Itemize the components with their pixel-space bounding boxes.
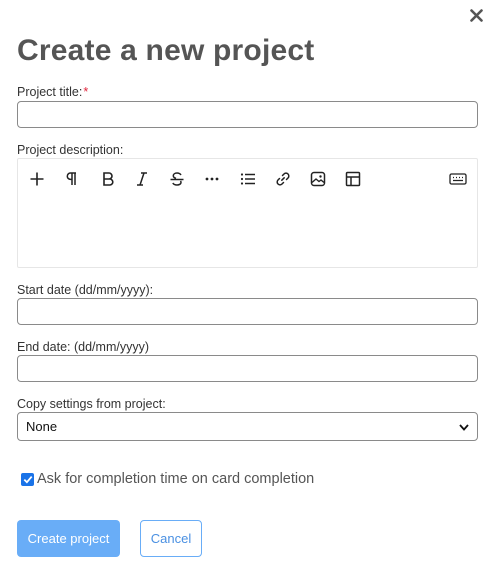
bold-icon[interactable]: [97, 168, 119, 190]
end-date-label: End date: (dd/mm/yyyy): [17, 340, 149, 354]
chevron-down-icon: [459, 418, 469, 436]
project-title-label: Project title:*: [17, 85, 88, 99]
create-project-dialog: Create a new project Project title:* Pro…: [0, 0, 496, 572]
table-icon[interactable]: [342, 168, 364, 190]
project-title-label-text: Project title:: [17, 85, 83, 99]
completion-time-checkbox-label[interactable]: Ask for completion time on card completi…: [37, 471, 314, 487]
copy-settings-label: Copy settings from project:: [17, 397, 166, 411]
end-date-input[interactable]: [17, 355, 478, 382]
bulleted-list-icon[interactable]: [237, 168, 259, 190]
copy-settings-select[interactable]: None: [17, 412, 478, 441]
project-description-editor[interactable]: [17, 158, 478, 268]
create-project-button[interactable]: Create project: [17, 520, 120, 557]
copy-settings-selected-value: None: [26, 419, 58, 434]
start-date-label: Start date (dd/mm/yyyy):: [17, 283, 154, 297]
required-marker: *: [83, 85, 89, 99]
dialog-title: Create a new project: [17, 34, 315, 67]
plus-icon[interactable]: [26, 168, 48, 190]
paragraph-icon[interactable]: [61, 168, 83, 190]
keyboard-icon[interactable]: [447, 168, 469, 190]
strikethrough-icon[interactable]: [166, 168, 188, 190]
completion-time-checkbox[interactable]: [21, 472, 34, 486]
close-icon[interactable]: [466, 5, 486, 25]
more-icon[interactable]: [201, 168, 223, 190]
link-icon[interactable]: [272, 168, 294, 190]
completion-time-option: Ask for completion time on card completi…: [21, 471, 314, 487]
project-title-input[interactable]: [17, 101, 478, 128]
image-icon[interactable]: [307, 168, 329, 190]
project-description-label: Project description:: [17, 143, 124, 157]
cancel-button[interactable]: Cancel: [140, 520, 202, 557]
italic-icon[interactable]: [131, 168, 153, 190]
start-date-input[interactable]: [17, 298, 478, 325]
